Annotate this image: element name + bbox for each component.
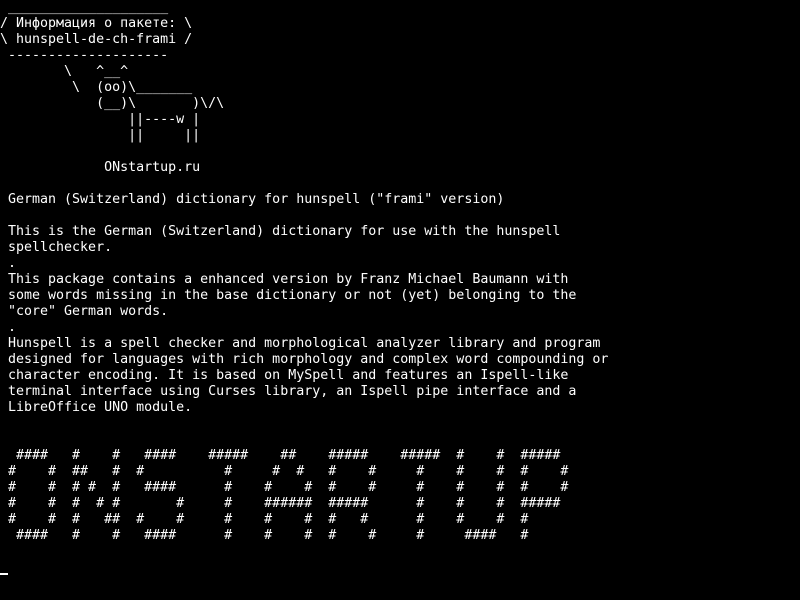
description-line: This is the German (Switzerland) diction… xyxy=(0,224,561,239)
cowsay-package-name: \ hunspell-de-ch-frami / xyxy=(0,32,193,47)
site-signature: ONstartup.ru xyxy=(0,160,201,175)
description-line: designed for languages with rich morphol… xyxy=(0,352,609,367)
description-line: Hunspell is a spell checker and morpholo… xyxy=(0,336,601,351)
cow-art-line: (__)\ )\/\ xyxy=(0,96,225,111)
cowsay-border-bottom: -------------------- xyxy=(0,48,169,63)
text-cursor xyxy=(0,573,8,575)
banner-art-line: # # # # # #### # # # # # # # # # # xyxy=(0,480,569,495)
banner-art-line: # # # ## # # # # # # # # # # # xyxy=(0,512,529,527)
banner-art-line: #### # # #### ##### ## ##### ##### # # #… xyxy=(0,448,561,463)
description-line: spellchecker. xyxy=(0,240,113,255)
cow-art-line: || || xyxy=(0,128,201,143)
cowsay-package-info-title: / Информация о пакете: \ xyxy=(0,16,193,31)
description-separator: . xyxy=(0,320,17,335)
terminal-screen[interactable]: ____________________ / Информация о паке… xyxy=(0,0,800,600)
description-line: This package contains a enhanced version… xyxy=(0,272,569,287)
description-line: terminal interface using Curses library,… xyxy=(0,384,577,399)
cow-art-line: ||----w | xyxy=(0,112,201,127)
description-line: character encoding. It is based on MySpe… xyxy=(0,368,569,383)
description-line: "core" German words. xyxy=(0,304,169,319)
cow-art-line: \ ^__^ xyxy=(0,64,129,79)
cowsay-border-top: ____________________ xyxy=(0,0,169,15)
banner-art-line: #### # # #### # # # # # # #### # xyxy=(0,528,529,543)
banner-art-line: # # ## # # # # # # # # # # # # xyxy=(0,464,569,479)
description-line: LibreOffice UNO module. xyxy=(0,400,193,415)
description-line: some words missing in the base dictionar… xyxy=(0,288,577,303)
cow-art-line: \ (oo)\_______ xyxy=(0,80,193,95)
banner-art-line: # # # # # # # ###### ##### # # # ##### xyxy=(0,496,561,511)
description-separator: . xyxy=(0,256,17,271)
package-summary: German (Switzerland) dictionary for huns… xyxy=(0,192,505,207)
